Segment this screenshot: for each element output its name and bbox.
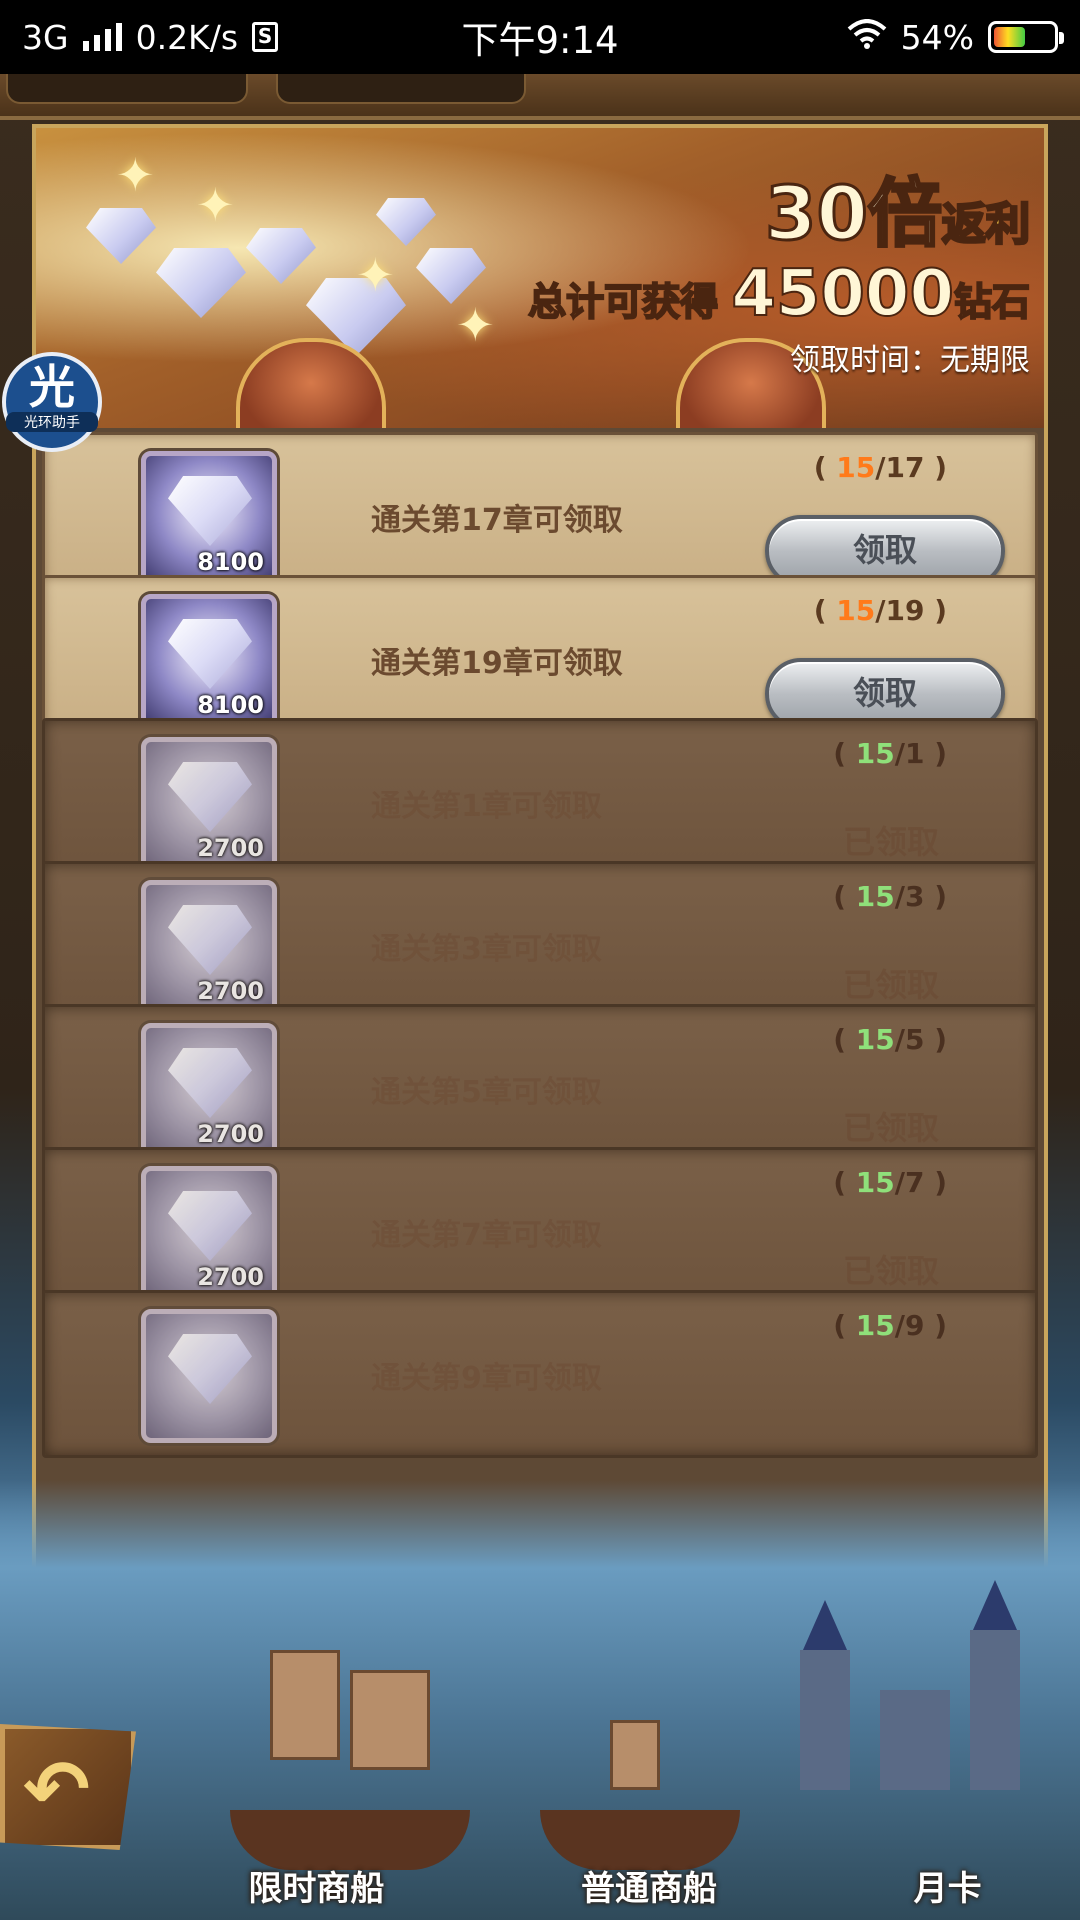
ship-icon	[540, 1720, 740, 1870]
battery-percent: 54%	[900, 17, 974, 57]
nav-monthly-card[interactable]: 月卡	[914, 1861, 982, 1910]
reward-condition: 通关第1章可领取	[371, 789, 602, 824]
castle-icon	[770, 1580, 1050, 1790]
reward-amount: 2700	[197, 1263, 264, 1291]
network-type: 3G	[22, 17, 69, 57]
reward-amount: 2700	[197, 977, 264, 1005]
diamond-reward-icon: 2700	[141, 1166, 277, 1300]
diamond-icon	[168, 762, 252, 832]
diamond-icon	[168, 1048, 252, 1118]
reward-progress: ( 15/9 )	[833, 1309, 947, 1342]
network-speed: 0.2K/s	[135, 17, 239, 57]
assistant-glyph: 光	[29, 360, 75, 414]
assistant-caption: 光环助手	[6, 412, 98, 432]
diamond-icon	[168, 1191, 252, 1261]
claimed-status: 已领取	[842, 1252, 939, 1290]
diamond-icon	[168, 619, 252, 689]
status-left: 3G 0.2K/s S	[22, 17, 279, 57]
claimed-status: 已领取	[842, 823, 939, 861]
signal-icon	[82, 23, 122, 51]
diamond-icon	[168, 1334, 252, 1404]
reward-amount: 2700	[197, 1120, 264, 1148]
resource-slot-2	[276, 74, 526, 104]
diamond-reward-icon: 2700	[141, 880, 277, 1014]
reward-amount: 2700	[197, 834, 264, 862]
diamond-reward-icon: 8100	[141, 594, 277, 728]
progress-current: 15	[855, 880, 895, 913]
rebate-banner: ✦ ✦ ✦ ✦ 30倍返利 总计可获得 45000钻石 领取时间：无期限	[36, 128, 1044, 428]
wifi-icon	[847, 18, 887, 57]
diamond-reward-icon: 2700	[141, 737, 277, 871]
reward-amount: 8100	[197, 691, 264, 719]
rebate-panel: ✦ ✦ ✦ ✦ 30倍返利 总计可获得 45000钻石 领取时间：无期限 810…	[32, 124, 1048, 1674]
status-bar: 3G 0.2K/s S 下午9:14 54%	[0, 0, 1080, 74]
claimed-status: 已领取	[842, 1109, 939, 1147]
progress-target: /19	[875, 594, 925, 627]
back-button[interactable]: ↶	[0, 1724, 136, 1850]
back-arrow-icon: ↶	[23, 1743, 91, 1836]
reward-amount: 8100	[197, 548, 264, 576]
reward-condition: 通关第5章可领取	[371, 1075, 602, 1110]
claim-period: 领取时间：无期限	[790, 343, 1030, 378]
reward-condition: 通关第19章可领取	[371, 646, 623, 681]
reward-progress: ( 15/17 )	[813, 451, 947, 484]
diamond-icon	[168, 905, 252, 975]
reward-condition: 通关第17章可领取	[371, 503, 623, 538]
battery-icon	[988, 21, 1064, 53]
progress-current: 15	[836, 594, 876, 627]
assistant-float-button[interactable]: 光 光环助手	[2, 352, 102, 452]
reward-progress: ( 15/7 )	[833, 1166, 947, 1199]
progress-target: /9	[894, 1309, 925, 1342]
progress-current: 15	[836, 451, 876, 484]
bottom-nav: 限时商船 普通商船 月卡	[150, 1850, 1080, 1920]
status-right: 54%	[847, 17, 1064, 57]
diamond-icon	[168, 476, 252, 546]
progress-target: /7	[894, 1166, 925, 1199]
battery-fill	[994, 27, 1026, 47]
ship-icon	[230, 1650, 470, 1870]
reward-row: 通关第9章可领取 ( 15/9 )	[42, 1290, 1038, 1458]
resource-slot-1	[6, 74, 248, 104]
reward-condition: 通关第9章可领取	[371, 1361, 602, 1396]
claimed-status: 已领取	[842, 966, 939, 1004]
reward-progress: ( 15/5 )	[833, 1023, 947, 1056]
reward-condition: 通关第3章可领取	[371, 932, 602, 967]
progress-target: /3	[894, 880, 925, 913]
reward-progress: ( 15/3 )	[833, 880, 947, 913]
diamond-reward-icon: 8100	[141, 451, 277, 585]
progress-current: 15	[855, 1309, 895, 1342]
reward-progress: ( 15/1 )	[833, 737, 947, 770]
progress-current: 15	[855, 737, 895, 770]
progress-target: /5	[894, 1023, 925, 1056]
diamond-reward-icon	[141, 1309, 277, 1443]
progress-target: /17	[875, 451, 925, 484]
nav-limited-ship[interactable]: 限时商船	[248, 1861, 384, 1910]
reward-progress: ( 15/19 )	[813, 594, 947, 627]
banner-text: 30倍返利 总计可获得 45000钻石 领取时间：无期限	[527, 154, 1032, 379]
progress-target: /1	[894, 737, 925, 770]
reward-condition: 通关第7章可领取	[371, 1218, 602, 1253]
banner-multiplier: 30倍返利	[764, 170, 1032, 259]
nav-normal-ship[interactable]: 普通商船	[581, 1861, 717, 1910]
diamond-reward-icon: 2700	[141, 1023, 277, 1157]
sim-icon: S	[252, 22, 279, 52]
progress-current: 15	[855, 1166, 895, 1199]
banner-total: 总计可获得 45000钻石	[527, 256, 1031, 332]
progress-current: 15	[855, 1023, 895, 1056]
top-resource-strip	[0, 74, 1080, 120]
